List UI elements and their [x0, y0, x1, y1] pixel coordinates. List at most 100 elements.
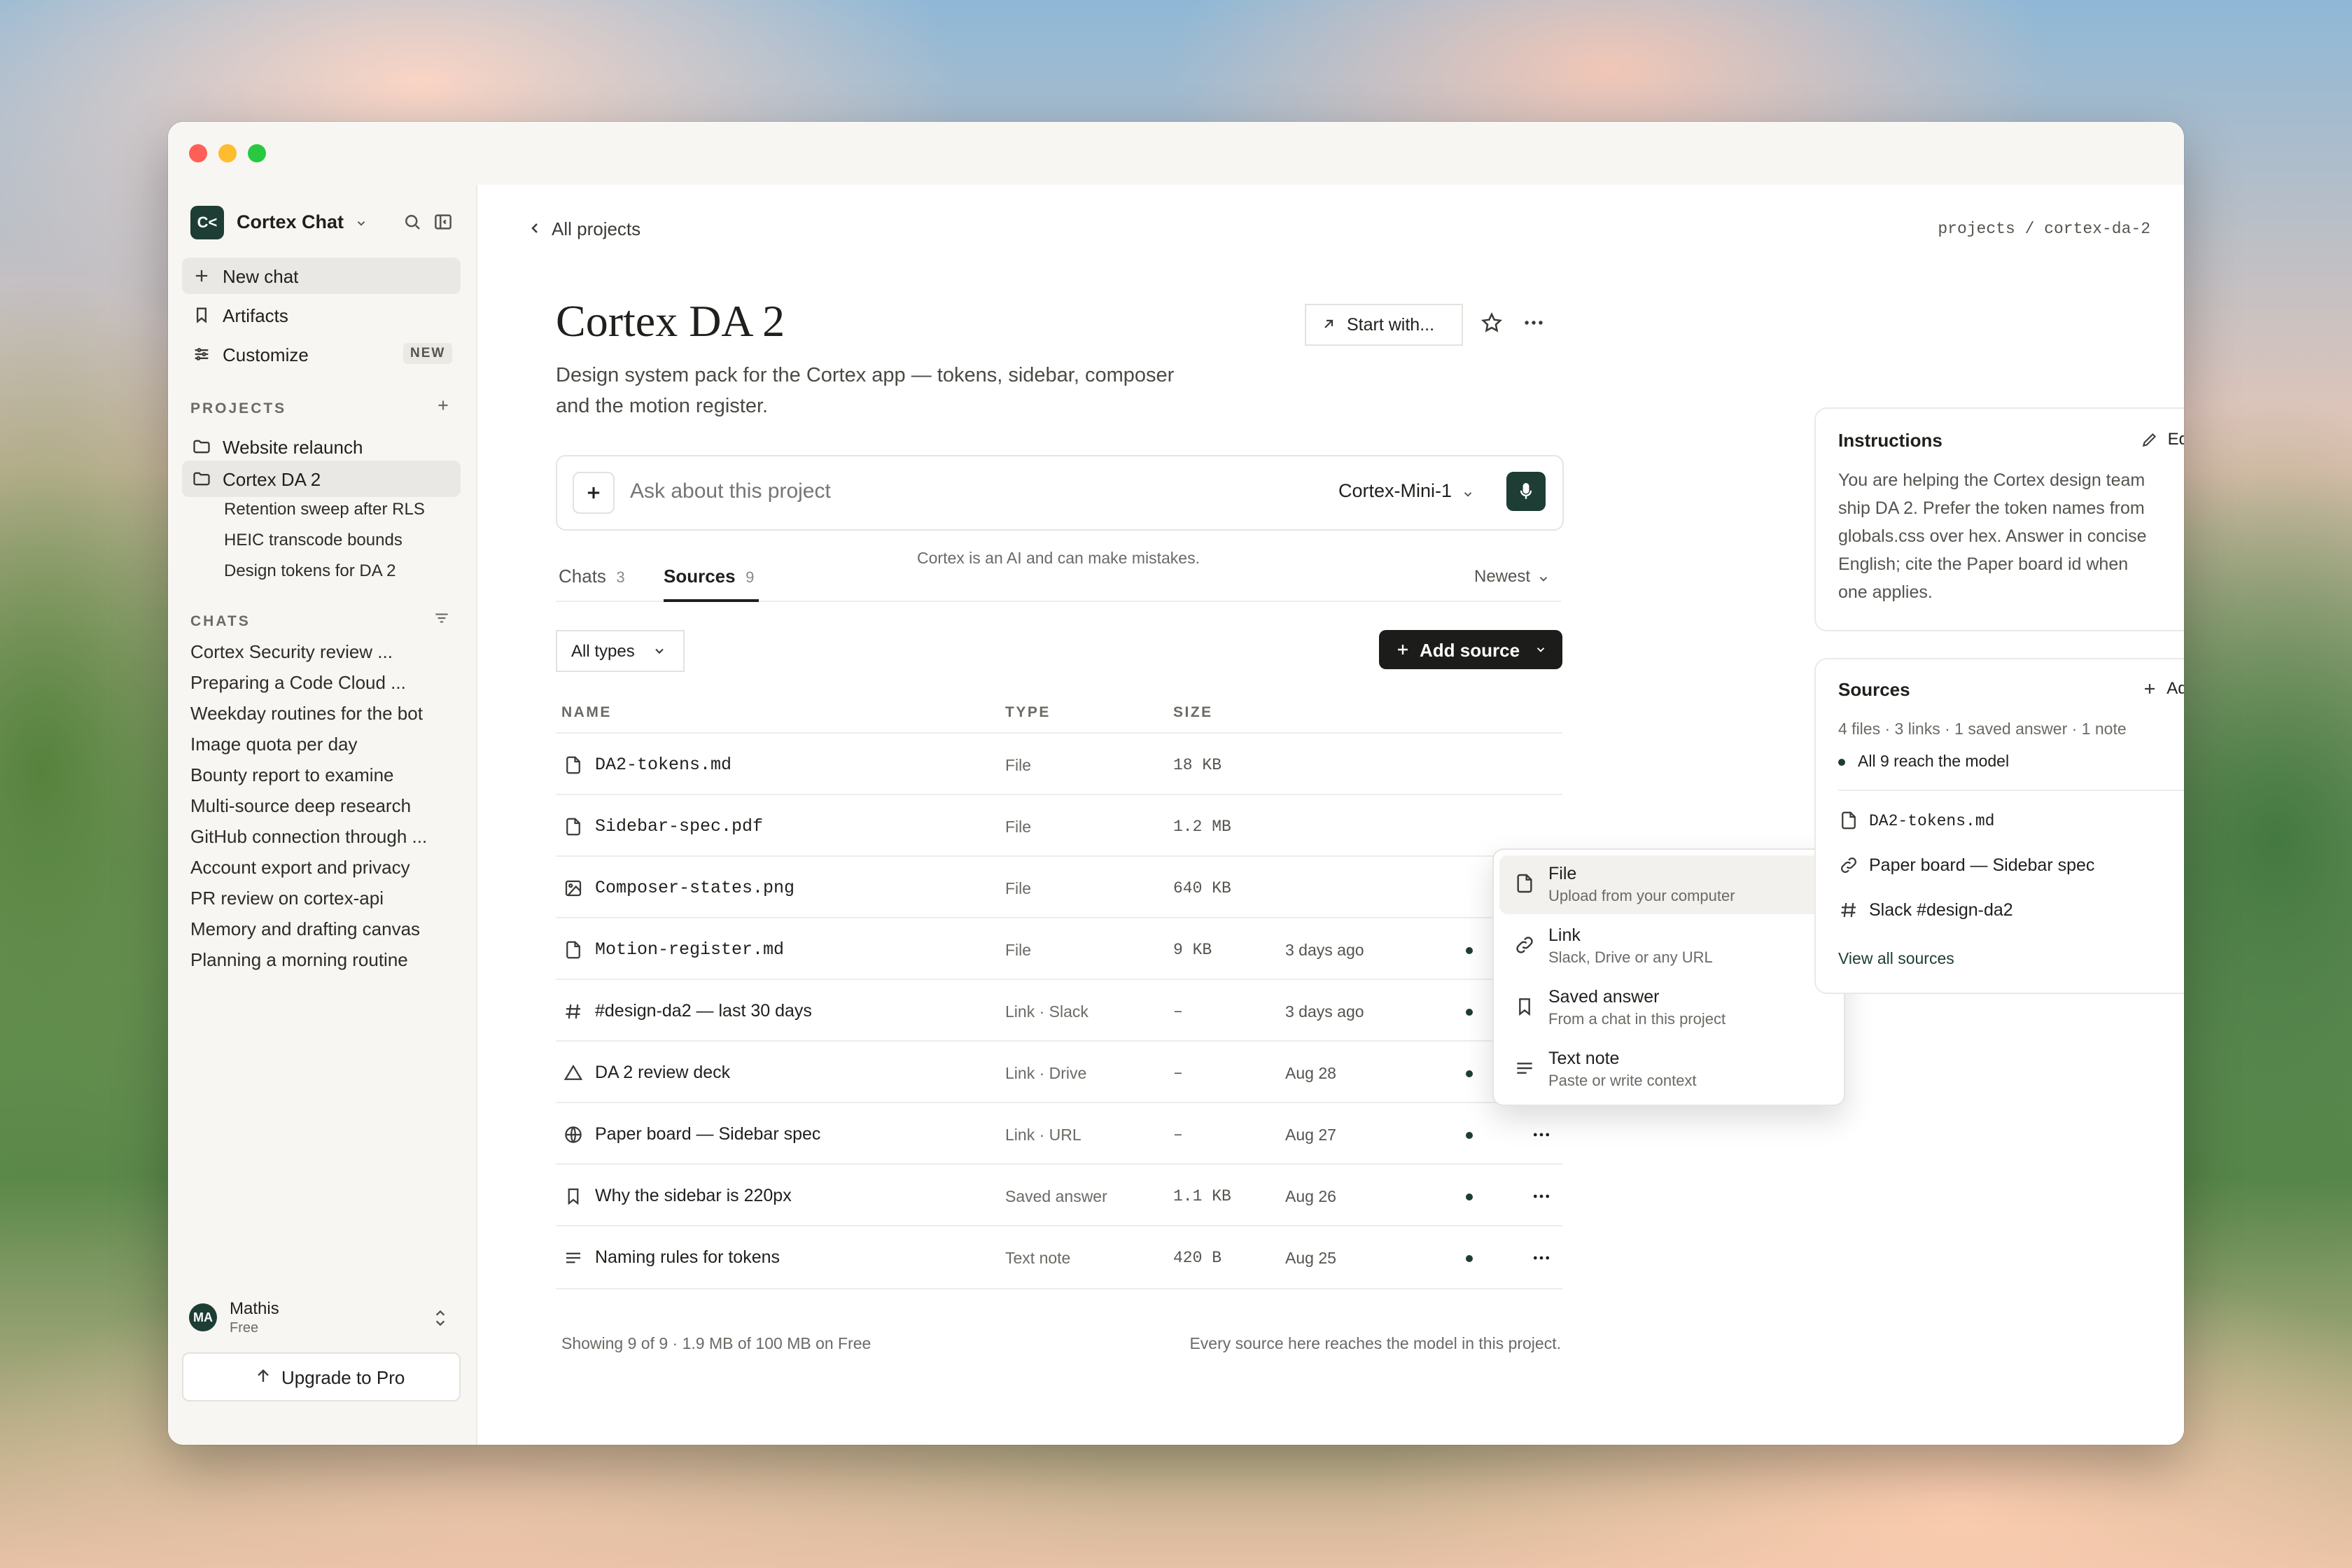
menu-item-file[interactable]: File Upload from your computer	[1499, 855, 1838, 914]
chat-item[interactable]: Weekday routines for the bot	[190, 703, 423, 724]
model-reach-indicator	[1466, 1132, 1473, 1139]
upgrade-button[interactable]: Upgrade to Pro	[182, 1352, 461, 1401]
plus-icon	[584, 483, 603, 503]
table-row[interactable]: #design-da2 — last 30 days Link · Slack …	[556, 979, 1562, 1042]
chevron-updown-icon	[431, 1308, 449, 1329]
close-window-button[interactable]	[189, 144, 207, 162]
chat-item[interactable]: Bounty report to examine	[190, 764, 394, 786]
user-name: Mathis	[230, 1299, 279, 1318]
menu-item-link[interactable]: Link Slack, Drive or any URL	[1499, 917, 1838, 976]
table-row[interactable]: Naming rules for tokens Text note 420 B …	[556, 1225, 1562, 1289]
table-row[interactable]: Sidebar-spec.pdf File 1.2 MB	[556, 794, 1562, 857]
add-source-link[interactable]: Add	[2141, 679, 2184, 701]
more-options-icon[interactable]	[1522, 311, 1546, 335]
project-chat-item[interactable]: Design tokens for DA 2	[224, 561, 396, 581]
new-chat-button[interactable]: New chat	[182, 258, 461, 294]
type-filter-dropdown[interactable]: All types	[556, 630, 685, 672]
add-project-icon[interactable]	[434, 396, 454, 416]
app-window: C< Cortex Chat New chat Artifacts Custom…	[168, 122, 2184, 1445]
sources-table: NAME TYPE SIZE DA2-tokens.md File 18 KB …	[556, 704, 1562, 1289]
bookmark-icon	[192, 305, 211, 325]
table-row[interactable]: Why the sidebar is 220px Saved answer 1.…	[556, 1163, 1562, 1226]
chat-item[interactable]: PR review on cortex-api	[190, 888, 384, 909]
table-row[interactable]: Motion-register.md File 9 KB 3 days ago	[556, 917, 1562, 980]
row-more-icon[interactable]	[1530, 1124, 1554, 1145]
instructions-text: ship DA 2. Prefer the token names from	[1838, 498, 2145, 518]
model-reach-indicator	[1466, 1009, 1473, 1016]
menu-item-text-note[interactable]: Text note Paste or write context	[1499, 1040, 1838, 1099]
globe-icon	[563, 1124, 584, 1145]
add-source-button[interactable]: Add source	[1379, 630, 1562, 669]
tab-chats[interactable]: Chats 3	[559, 566, 625, 594]
model-selector[interactable]: Cortex-Mini-1	[1338, 480, 1474, 505]
chat-item[interactable]: Multi-source deep research	[190, 795, 411, 817]
instructions-title: Instructions	[1838, 430, 1942, 451]
edit-instructions-button[interactable]: Edit	[2141, 430, 2184, 452]
star-icon[interactable]	[1480, 311, 1504, 335]
file-icon	[563, 939, 584, 960]
lines-icon	[1513, 1057, 1536, 1079]
attach-button[interactable]	[573, 472, 615, 514]
instructions-text: English; cite the Paper board id when	[1838, 554, 2129, 574]
table-row[interactable]: Paper board — Sidebar spec Link · URL – …	[556, 1102, 1562, 1165]
chat-item[interactable]: Memory and drafting canvas	[190, 918, 420, 940]
app-name: Cortex Chat	[237, 211, 344, 232]
project-cortex-da-2[interactable]: Cortex DA 2	[182, 461, 461, 497]
sources-title: Sources	[1838, 679, 1910, 700]
chat-item[interactable]: Preparing a Code Cloud ...	[190, 672, 406, 694]
view-all-sources-link[interactable]: View all sources	[1838, 949, 1954, 968]
chat-item[interactable]: Planning a morning routine	[190, 949, 408, 971]
row-more-icon[interactable]	[1530, 1247, 1554, 1268]
sliders-icon	[192, 344, 211, 364]
chat-item[interactable]: GitHub connection through ...	[190, 826, 427, 848]
start-with-button[interactable]: Start with...	[1305, 304, 1463, 346]
chats-heading: CHATS	[190, 613, 251, 629]
chat-item[interactable]: Image quota per day	[190, 734, 358, 755]
column-header-name: NAME	[561, 704, 612, 720]
composer-input[interactable]	[630, 475, 1260, 508]
link-icon	[1513, 934, 1536, 956]
plus-icon	[2141, 680, 2158, 697]
voice-button[interactable]	[1506, 472, 1546, 511]
sidebar: C< Cortex Chat New chat Artifacts Custom…	[168, 185, 477, 1445]
model-name: Cortex-Mini-1	[1338, 480, 1452, 501]
plus-icon	[1394, 641, 1411, 658]
table-row[interactable]: DA2-tokens.md File 18 KB	[556, 732, 1562, 795]
project-chat-item[interactable]: Retention sweep after RLS	[224, 500, 425, 519]
project-chat-item[interactable]: HEIC transcode bounds	[224, 531, 402, 550]
search-icon[interactable]	[402, 211, 424, 234]
user-menu[interactable]: MA Mathis Free	[182, 1295, 461, 1340]
sources-summary: 4 files · 3 links · 1 saved answer · 1 n…	[1838, 720, 2127, 738]
project-website-relaunch[interactable]: Website relaunch	[182, 428, 461, 465]
table-row[interactable]: Composer-states.png File 640 KB	[556, 855, 1562, 918]
table-row[interactable]: DA 2 review deck Link · Drive – Aug 28	[556, 1040, 1562, 1103]
sort-dropdown[interactable]: Newest	[1474, 567, 1550, 592]
chat-item[interactable]: Cortex Security review ...	[190, 641, 393, 663]
main-content: All projects projects / cortex-da-2 Cort…	[477, 185, 2184, 1445]
collapse-sidebar-icon[interactable]	[433, 211, 455, 234]
maximize-window-button[interactable]	[248, 144, 266, 162]
instructions-text: one applies.	[1838, 582, 1933, 602]
hash-icon	[563, 1001, 584, 1022]
project-description: and the motion register.	[556, 395, 769, 417]
reach-status: All 9 reach the model	[1858, 752, 2010, 770]
model-reach-indicator	[1838, 759, 1845, 766]
table-footer-usage: Showing 9 of 9 · 1.9 MB of 100 MB on Fre…	[561, 1334, 872, 1352]
arrow-up-icon	[253, 1366, 273, 1386]
folder-icon	[192, 469, 211, 489]
user-plan: Free	[230, 1320, 259, 1336]
model-reach-indicator	[1466, 1255, 1473, 1262]
customize-nav-item[interactable]: Customize NEW	[182, 336, 461, 372]
column-header-type: TYPE	[1005, 704, 1051, 720]
minimize-window-button[interactable]	[218, 144, 237, 162]
plus-icon	[192, 266, 211, 286]
filter-icon[interactable]	[433, 609, 452, 629]
artifacts-nav-item[interactable]: Artifacts	[182, 297, 461, 333]
instructions-card: Instructions Edit You are helping the Co…	[1814, 407, 2184, 631]
model-reach-indicator	[1466, 1070, 1473, 1077]
menu-item-saved-answer[interactable]: Saved answer From a chat in this project	[1499, 979, 1838, 1037]
row-more-icon[interactable]	[1530, 1186, 1554, 1207]
chat-item[interactable]: Account export and privacy	[190, 857, 410, 878]
workspace-switcher[interactable]: Cortex Chat	[237, 211, 368, 233]
tab-sources[interactable]: Sources 9	[664, 566, 759, 602]
